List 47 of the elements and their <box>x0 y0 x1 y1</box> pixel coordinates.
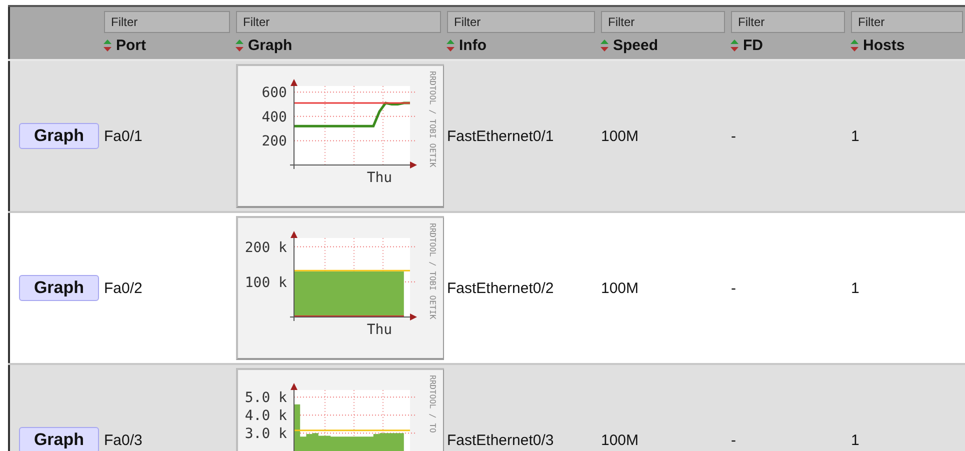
x-tick-label: Thu <box>366 170 392 186</box>
y-tick-label: 200 <box>262 134 287 150</box>
port-cell: Fa0/3 <box>104 432 142 448</box>
filter-field[interactable]: Filter <box>236 10 441 32</box>
fd-cell: - <box>731 280 736 296</box>
y-tick-label: 3.0 k <box>244 426 287 442</box>
sort-icon <box>235 38 244 52</box>
y-tick-label: 4.0 k <box>244 408 287 424</box>
info-cell: FastEthernet0/2 <box>447 280 554 296</box>
graph-credit: RRDTOOL / TO <box>428 375 436 433</box>
graph-credit: RRDTOOL / TOBI OETIK <box>428 223 436 320</box>
speed-cell: 100M <box>601 128 639 144</box>
fd-cell: - <box>731 432 736 448</box>
sort-icon <box>446 38 455 52</box>
speed-cell: 100M <box>601 432 639 448</box>
filter-field[interactable]: Filter <box>851 10 963 32</box>
filter-field[interactable]: Filter <box>104 10 230 32</box>
hosts-cell: 1 <box>851 128 860 144</box>
y-tick-label: 200 k <box>244 240 287 256</box>
sort-icon <box>850 38 859 52</box>
graph-credit: RRDTOOL / TOBI OETIK <box>428 71 436 168</box>
graph-button[interactable]: Graph <box>18 275 99 301</box>
port-cell: Fa0/2 <box>104 280 142 296</box>
sort-icon <box>730 38 739 52</box>
filter-field[interactable]: Filter <box>731 10 845 32</box>
speed-cell: 100M <box>601 280 639 296</box>
fd-cell: - <box>731 128 736 144</box>
y-tick-label: 100 k <box>244 274 287 291</box>
column-header[interactable]: Graph <box>235 36 292 54</box>
port-cell: Fa0/1 <box>104 128 142 144</box>
column-header[interactable]: FD <box>730 36 763 54</box>
graph-button[interactable]: Graph <box>18 427 99 451</box>
sort-icon <box>103 38 112 52</box>
graph-button[interactable]: Graph <box>18 123 99 149</box>
info-cell: FastEthernet0/3 <box>447 432 554 448</box>
filter-field[interactable]: Filter <box>447 10 595 32</box>
y-tick-label: 600 <box>262 85 287 102</box>
filter-field[interactable]: Filter <box>601 10 725 32</box>
x-tick-label: Thu <box>366 322 392 338</box>
y-tick-label: 400 <box>262 109 287 126</box>
y-tick-label: 5.0 k <box>244 390 287 406</box>
hosts-cell: 1 <box>851 432 860 448</box>
info-cell: FastEthernet0/1 <box>447 128 554 144</box>
y-axis <box>290 383 298 451</box>
sort-icon <box>600 38 609 52</box>
column-header[interactable]: Info <box>446 36 486 54</box>
hosts-cell: 1 <box>851 280 860 296</box>
